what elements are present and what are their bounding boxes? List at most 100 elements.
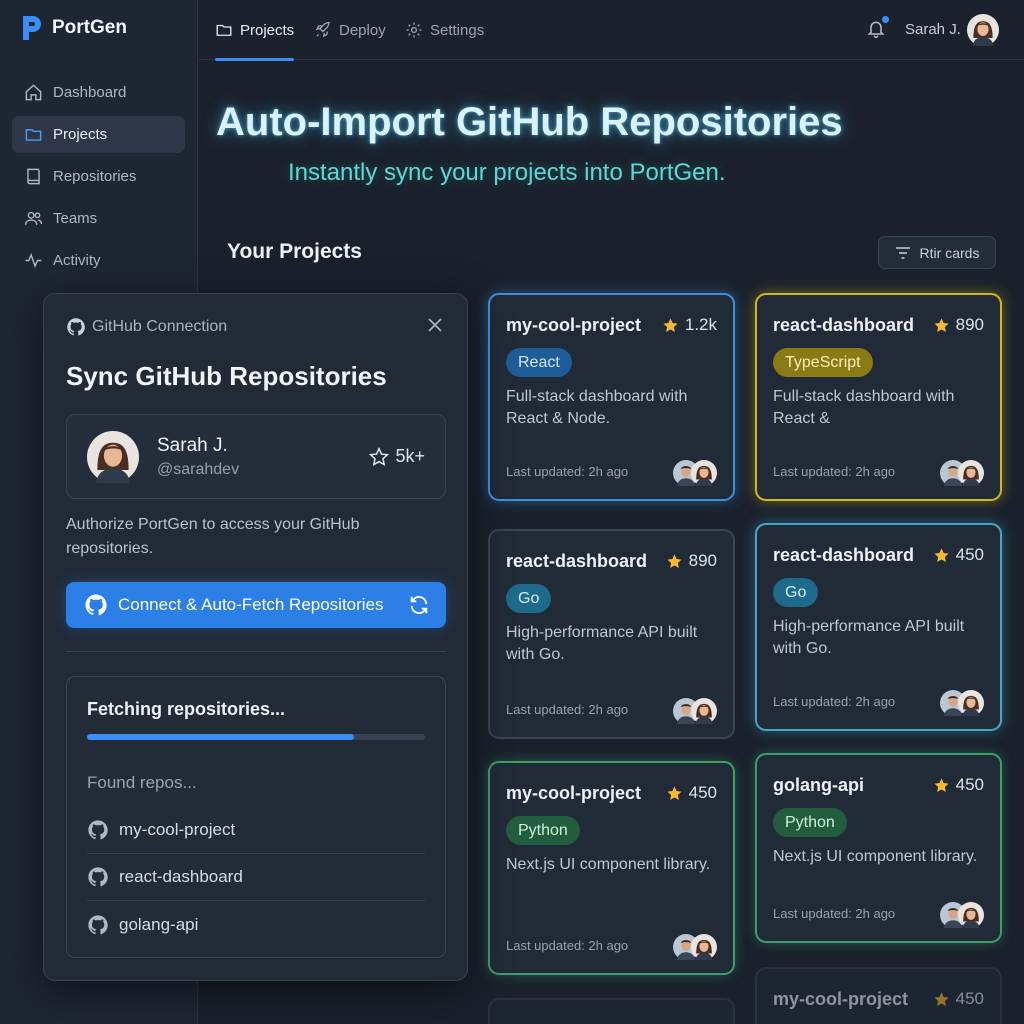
github-stars: 5k+	[369, 446, 425, 467]
star-icon	[666, 785, 683, 802]
star-count: 890	[955, 315, 984, 334]
found-repos-label: Found repos...	[87, 773, 197, 792]
close-icon	[428, 318, 442, 332]
activity-icon	[24, 251, 43, 270]
sidebar-item-teams[interactable]: Teams	[12, 200, 185, 237]
project-card[interactable]: react-dashboard 450 Go High-performance …	[755, 523, 1002, 731]
star-outline-icon	[369, 446, 390, 466]
user-name: Sarah J.	[905, 21, 961, 38]
modal-title: Sync GitHub Repositories	[66, 361, 387, 391]
star-icon	[933, 317, 950, 334]
star-icon	[933, 777, 950, 794]
project-description: High-performance API built with Go.	[773, 618, 965, 657]
sidebar-item-activity[interactable]: Activity	[12, 242, 185, 279]
project-stars: 450	[933, 545, 984, 565]
modal-header-label: GitHub Connection	[92, 318, 228, 335]
project-name: react-dashboard	[506, 551, 648, 571]
tab-settings[interactable]: Settings	[405, 0, 484, 60]
star-count: 450	[955, 545, 984, 564]
project-card[interactable]: my-cool-project 1.2k React Full-stack da…	[488, 293, 735, 501]
star-icon	[662, 317, 679, 334]
found-repo-list: my-cool-project react-dashboard golang-a…	[87, 807, 425, 948]
close-button[interactable]	[427, 317, 443, 333]
last-updated: Last updated: 2h ago	[506, 938, 629, 953]
refresh-icon	[410, 596, 428, 614]
language-badge: Python	[773, 808, 847, 837]
repo-name: react-dashboard	[119, 867, 243, 886]
app-name: PortGen	[52, 17, 127, 38]
project-card[interactable]	[488, 998, 735, 1024]
project-name: my-cool-project	[506, 315, 642, 335]
collaborator-avatars	[940, 460, 984, 486]
tab-label: Projects	[240, 21, 295, 39]
portgen-logo-icon	[20, 14, 44, 42]
rocket-icon	[314, 21, 332, 39]
collaborator-avatars	[673, 934, 717, 960]
avatar[interactable]	[967, 14, 999, 46]
last-updated: Last updated: 2h ago	[773, 694, 896, 709]
notification-dot	[882, 16, 889, 23]
star-icon	[933, 547, 950, 564]
project-description: High-performance API built with Go.	[506, 624, 698, 663]
list-item[interactable]: golang-api	[87, 901, 425, 948]
project-stars: 450	[933, 989, 984, 1009]
project-card[interactable]: react-dashboard 890 TypeScript Full-stac…	[755, 293, 1002, 501]
connect-fetch-button[interactable]: Connect & Auto-Fetch Repositories	[66, 582, 446, 628]
sidebar-item-label: Teams	[53, 210, 98, 227]
project-stars: 890	[666, 551, 717, 571]
collaborator-avatars	[673, 698, 717, 724]
collaborator-avatars	[673, 460, 717, 486]
book-icon	[24, 167, 43, 186]
list-item[interactable]: my-cool-project	[87, 807, 425, 854]
project-card[interactable]: golang-api 450 Python Next.js UI compone…	[755, 753, 1002, 943]
project-card[interactable]: my-cool-project 450	[755, 967, 1002, 1024]
sidebar-item-label: Projects	[53, 126, 108, 143]
sidebar-item-projects[interactable]: Projects	[12, 116, 185, 153]
page-title: Auto-Import GitHub Repositories	[216, 100, 843, 144]
project-name: react-dashboard	[773, 545, 915, 565]
star-count: 450	[688, 783, 717, 802]
sidebar-item-dashboard[interactable]: Dashboard	[12, 74, 185, 111]
avatar	[87, 431, 139, 483]
project-card[interactable]: react-dashboard 890 Go High-performance …	[488, 529, 735, 739]
sidebar-item-label: Repositories	[53, 168, 137, 185]
tab-projects[interactable]: Projects	[215, 0, 295, 61]
sidebar-item-label: Dashboard	[53, 84, 127, 101]
page-subtitle: Instantly sync your projects into PortGe…	[288, 159, 726, 186]
gear-icon	[405, 21, 423, 39]
last-updated: Last updated: 2h ago	[773, 906, 896, 921]
last-updated: Last updated: 2h ago	[773, 464, 896, 479]
sidebar-item-repositories[interactable]: Repositories	[12, 158, 185, 195]
last-updated: Last updated: 2h ago	[506, 702, 629, 717]
github-user-card: Sarah J. @sarahdev 5k+	[66, 414, 446, 499]
github-user-name: Sarah J.	[157, 435, 228, 456]
fetch-progress-panel: Fetching repositories... Found repos... …	[66, 676, 446, 958]
tab-label: Settings	[430, 21, 485, 39]
project-card[interactable]: my-cool-project 450 Python Next.js UI co…	[488, 761, 735, 975]
project-name: react-dashboard	[773, 315, 915, 335]
list-item[interactable]: react-dashboard	[87, 854, 425, 901]
folder-icon	[215, 21, 233, 39]
github-connection-modal: GitHub Connection Sync GitHub Repositori…	[43, 293, 468, 981]
project-description: Full-stack dashboard with React &	[773, 388, 955, 427]
filter-button[interactable]: Rtir cards	[878, 236, 996, 269]
language-badge: React	[506, 348, 572, 377]
filter-icon	[895, 246, 911, 260]
github-icon	[87, 914, 109, 936]
star-icon	[933, 991, 950, 1008]
filter-label: Rtir cards	[919, 244, 980, 261]
star-count: 450	[955, 775, 984, 794]
language-badge: Go	[773, 578, 819, 607]
authorize-text: Authorize PortGen to access your GitHub …	[66, 516, 360, 557]
notifications-button[interactable]	[866, 16, 889, 40]
top-bar: Projects Deploy Settings Sarah J.	[199, 0, 1024, 61]
tab-deploy[interactable]: Deploy	[314, 0, 386, 60]
project-name: golang-api	[773, 775, 864, 795]
github-icon	[87, 819, 109, 841]
github-user-handle: @sarahdev	[157, 461, 240, 478]
last-updated: Last updated: 2h ago	[506, 464, 629, 479]
app-logo[interactable]: PortGen	[20, 14, 127, 42]
collaborator-avatars	[940, 690, 984, 716]
section-title: Your Projects	[227, 240, 362, 263]
divider	[66, 651, 446, 652]
